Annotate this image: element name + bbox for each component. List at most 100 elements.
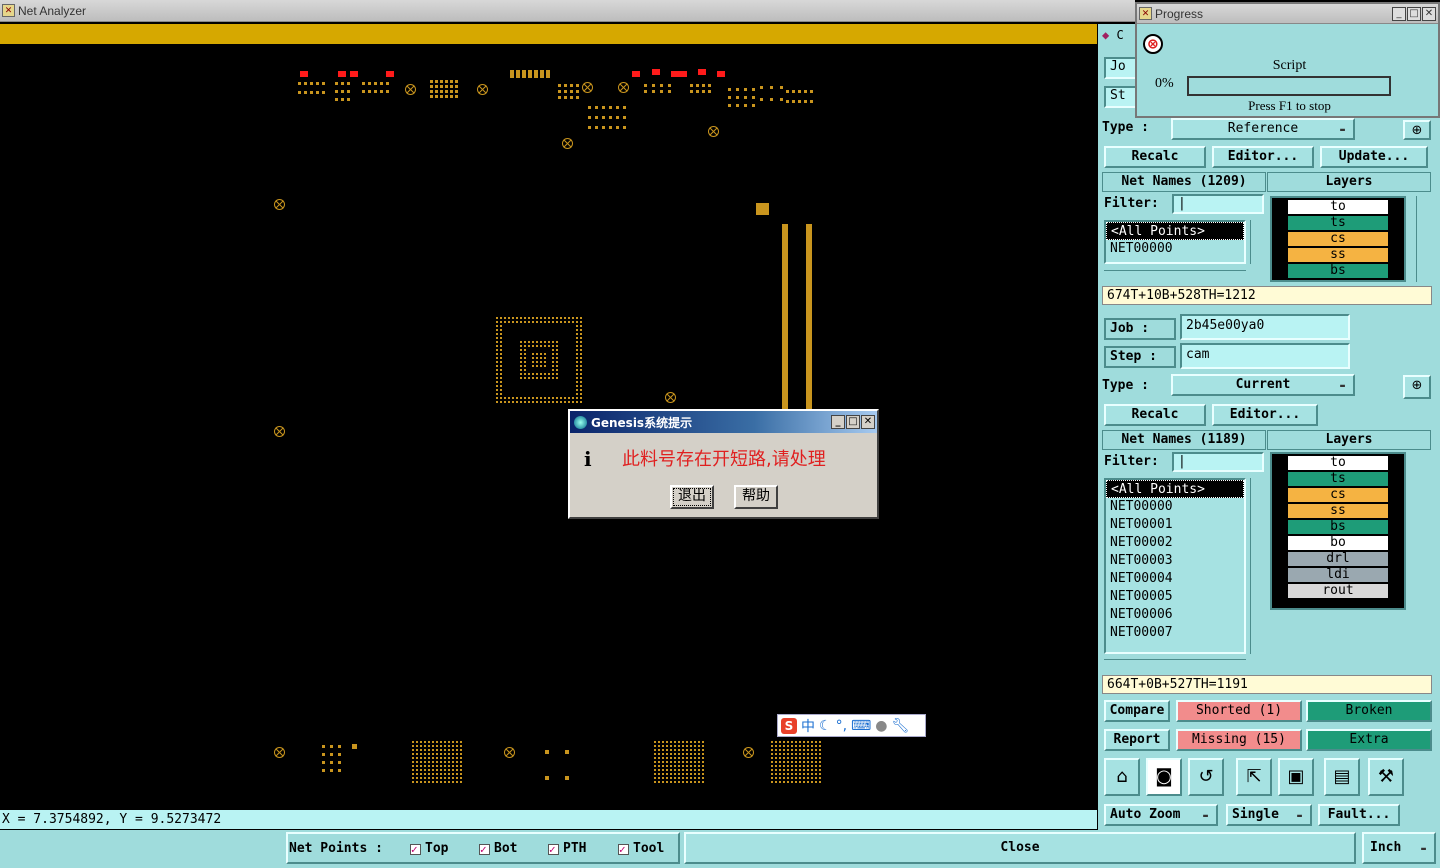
home-icon[interactable]: ⌂ bbox=[1104, 758, 1140, 796]
list-item[interactable]: <All Points> bbox=[1106, 480, 1244, 498]
recalc-button-top[interactable]: Recalc bbox=[1104, 146, 1206, 168]
single-dropdown[interactable]: Single bbox=[1226, 804, 1312, 826]
pcb-pad bbox=[670, 781, 672, 783]
pcb-pad bbox=[436, 781, 438, 783]
help-button[interactable]: 帮助 bbox=[734, 485, 778, 509]
pth-checkbox[interactable]: ✓ PTH bbox=[548, 841, 586, 856]
net-list-bottom[interactable]: <All Points> NET00000 NET00001 NET00002 NET0… bbox=[1104, 478, 1246, 654]
layer-ldi[interactable]: ldi bbox=[1288, 568, 1388, 582]
editor-button-bottom[interactable]: Editor... bbox=[1212, 404, 1318, 426]
job-field-top-hidden[interactable]: Jo bbox=[1104, 57, 1138, 79]
compare-button[interactable]: Compare bbox=[1104, 700, 1170, 722]
type-dropdown-top[interactable]: Reference bbox=[1171, 118, 1355, 140]
tools-icon[interactable]: ⚒ bbox=[1368, 758, 1404, 796]
report-button[interactable]: Report bbox=[1104, 729, 1170, 751]
list-item[interactable]: NET00004 bbox=[1106, 570, 1244, 588]
moon-icon[interactable]: ☾ bbox=[819, 718, 832, 734]
route-pointer-icon[interactable]: ⇱ bbox=[1236, 758, 1272, 796]
layer-to[interactable]: to bbox=[1288, 456, 1388, 470]
step-input[interactable]: cam bbox=[1180, 343, 1350, 369]
list-item[interactable]: NET00001 bbox=[1106, 516, 1244, 534]
pcb-pad bbox=[520, 349, 522, 351]
punctuation-icon[interactable]: °, bbox=[836, 718, 847, 734]
shorted-button[interactable]: Shorted (1) bbox=[1176, 700, 1302, 722]
keyboard-icon[interactable]: ⌨ bbox=[851, 718, 871, 734]
layer-cs[interactable]: cs bbox=[1288, 488, 1388, 502]
top-checkbox[interactable]: ✓ Top bbox=[410, 841, 448, 856]
list-item[interactable]: NET00002 bbox=[1106, 534, 1244, 552]
auto-zoom-dropdown[interactable]: Auto Zoom bbox=[1104, 804, 1218, 826]
tool-checkbox[interactable]: ✓ Tool bbox=[618, 841, 664, 856]
layer-bs[interactable]: bs bbox=[1288, 264, 1388, 278]
check-icon: ✓ bbox=[479, 844, 490, 855]
pcb-pad bbox=[588, 106, 591, 109]
layer-drl[interactable]: drl bbox=[1288, 552, 1388, 566]
missing-button[interactable]: Missing (15) bbox=[1176, 729, 1302, 751]
ime-toolbar[interactable]: S 中 ☾ °, ⌨ ● 🔧︎ bbox=[777, 714, 926, 737]
layer-bo[interactable]: bo bbox=[1288, 536, 1388, 550]
ruler-icon[interactable]: ▤ bbox=[1324, 758, 1360, 796]
list-item[interactable]: NET00005 bbox=[1106, 588, 1244, 606]
minimize-icon[interactable]: _ bbox=[1392, 6, 1406, 21]
layers-list-top[interactable]: to ts cs ss bs bbox=[1270, 196, 1406, 282]
user-icon[interactable]: ● bbox=[875, 718, 887, 734]
pcb-canvas[interactable] bbox=[0, 24, 1097, 810]
minimize-icon[interactable]: _ bbox=[831, 415, 845, 429]
layer-cs[interactable]: cs bbox=[1288, 232, 1388, 246]
ime-language-toggle[interactable]: 中 bbox=[801, 716, 815, 736]
type-dropdown-bottom[interactable]: Current bbox=[1171, 374, 1355, 396]
bot-checkbox[interactable]: ✓ Bot bbox=[479, 841, 517, 856]
layer-ts[interactable]: ts bbox=[1288, 472, 1388, 486]
filter-input-bottom[interactable]: | bbox=[1172, 452, 1264, 472]
editor-button-top[interactable]: Editor... bbox=[1212, 146, 1314, 168]
broken-button[interactable]: Broken bbox=[1306, 700, 1432, 722]
sogou-logo-icon[interactable]: S bbox=[781, 717, 797, 734]
list-item[interactable]: <All Points> bbox=[1106, 222, 1244, 240]
window-split-icon[interactable]: ▣ bbox=[1278, 758, 1314, 796]
list-item[interactable]: NET00003 bbox=[1106, 552, 1244, 570]
close-icon[interactable]: ✕ bbox=[1422, 6, 1436, 21]
layer-ss[interactable]: ss bbox=[1288, 248, 1388, 262]
close-button[interactable]: Close bbox=[684, 832, 1356, 864]
zoom-search-icon-bottom[interactable]: ⊕ bbox=[1403, 375, 1431, 399]
pcb-pad bbox=[524, 397, 526, 399]
list-item[interactable]: NET00000 bbox=[1106, 498, 1244, 516]
layer-to[interactable]: to bbox=[1288, 200, 1388, 214]
fault-button[interactable]: Fault... bbox=[1318, 804, 1400, 826]
zoom-fit-icon[interactable]: ◙ bbox=[1146, 758, 1182, 796]
layers-top-vscroll[interactable] bbox=[1416, 196, 1430, 282]
layer-rout[interactable]: rout bbox=[1288, 584, 1388, 598]
net-list-bottom-hscroll[interactable] bbox=[1104, 659, 1246, 671]
exit-button[interactable]: 退出 bbox=[670, 485, 714, 509]
extra-button[interactable]: Extra bbox=[1306, 729, 1432, 751]
maximize-icon[interactable]: □ bbox=[1407, 6, 1421, 21]
recalc-button-bottom[interactable]: Recalc bbox=[1104, 404, 1206, 426]
maximize-icon[interactable]: □ bbox=[846, 415, 860, 429]
pcb-pad bbox=[771, 769, 773, 771]
zoom-search-icon-top[interactable]: ⊕ bbox=[1403, 120, 1431, 140]
list-item[interactable]: NET00007 bbox=[1106, 624, 1244, 642]
stop-icon[interactable]: ⊗ bbox=[1143, 34, 1163, 54]
units-dropdown[interactable]: Inch bbox=[1362, 832, 1436, 864]
layers-list-bottom[interactable]: to ts cs ss bs bo drl ldi rout bbox=[1270, 452, 1406, 610]
net-list-top-hscroll[interactable] bbox=[1104, 270, 1246, 282]
layer-ts[interactable]: ts bbox=[1288, 216, 1388, 230]
pcb-pad bbox=[698, 781, 700, 783]
step-field-top-hidden[interactable]: St bbox=[1104, 86, 1138, 108]
update-button-top[interactable]: Update... bbox=[1320, 146, 1428, 168]
net-list-bottom-vscroll[interactable] bbox=[1250, 478, 1264, 654]
layer-bs[interactable]: bs bbox=[1288, 520, 1388, 534]
close-icon[interactable]: ✕ bbox=[861, 415, 875, 429]
net-list-top-vscroll[interactable] bbox=[1250, 220, 1264, 264]
net-list-top[interactable]: <All Points> NET00000 bbox=[1104, 220, 1246, 264]
pcb-pad bbox=[524, 361, 526, 363]
wrench-icon[interactable]: 🔧︎ bbox=[891, 718, 909, 734]
list-item[interactable]: NET00000 bbox=[1106, 240, 1244, 258]
pcb-pad bbox=[510, 74, 514, 78]
filter-input-top[interactable]: | bbox=[1172, 194, 1264, 214]
job-input[interactable]: 2b45e00ya0 bbox=[1180, 314, 1350, 340]
undo-icon[interactable]: ↺ bbox=[1188, 758, 1224, 796]
pcb-pad bbox=[436, 753, 438, 755]
layer-ss[interactable]: ss bbox=[1288, 504, 1388, 518]
list-item[interactable]: NET00006 bbox=[1106, 606, 1244, 624]
